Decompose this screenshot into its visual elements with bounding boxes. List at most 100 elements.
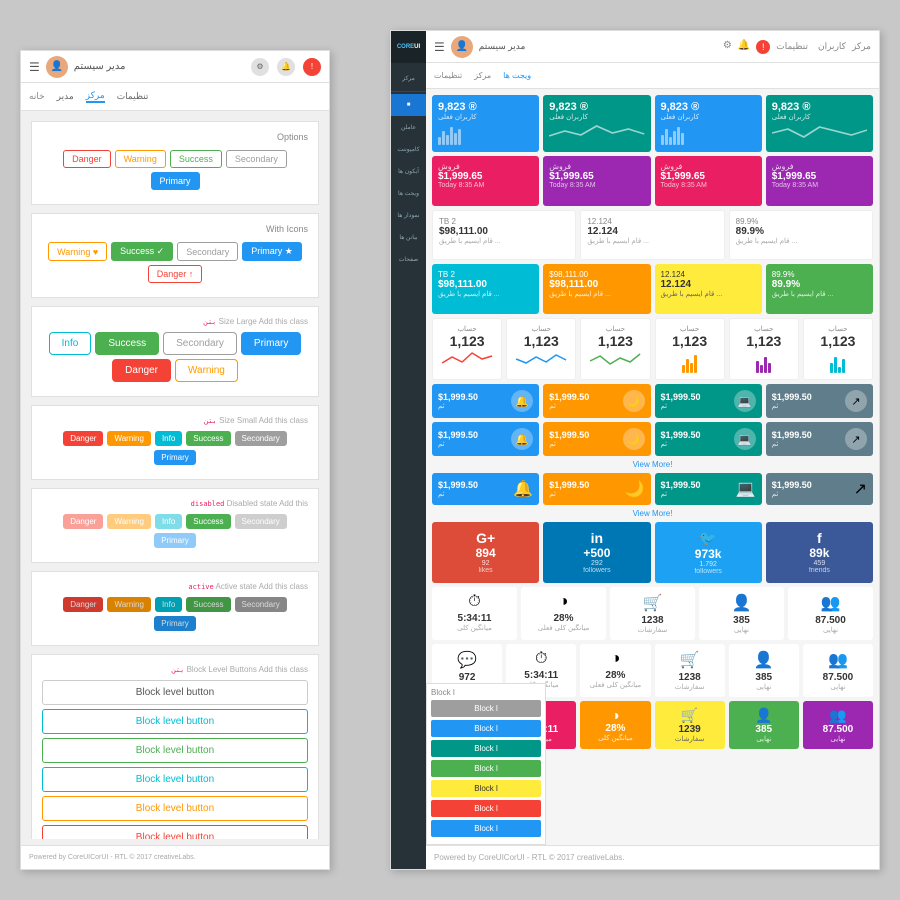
btn-success-disabled[interactable]: Success xyxy=(186,514,230,529)
btn-danger-active[interactable]: Danger xyxy=(63,597,103,612)
nav-home[interactable]: خانه xyxy=(29,91,45,102)
right-nav-settings[interactable]: تنظیمات xyxy=(434,71,462,80)
btn-success-icon[interactable]: Success ✓ xyxy=(111,242,173,261)
hamburger-icon[interactable]: ☰ xyxy=(29,60,40,74)
disabled-row: Danger Warning Info Success Secondary Pr… xyxy=(42,514,308,548)
nav-manager[interactable]: مدیر xyxy=(57,91,74,102)
block-btn-success[interactable]: Block level button xyxy=(42,738,308,763)
view-more-link[interactable]: View More! xyxy=(432,460,873,469)
left-nav: خانه مدیر مرکز تنظیمات xyxy=(21,83,329,111)
btn-info-disabled[interactable]: Info xyxy=(155,514,182,529)
view-more-link-2[interactable]: View More! xyxy=(432,509,873,518)
right-settings-text[interactable]: تنظیمات xyxy=(776,41,808,52)
btn-info-sm[interactable]: Info xyxy=(155,431,182,446)
pie-icon-2: ◑ xyxy=(586,650,644,668)
price-icon-4: $1,999.50 ثم ↗ xyxy=(766,384,873,418)
btn-secondary-lg[interactable]: Secondary xyxy=(163,332,237,355)
btn-warning[interactable]: Warning xyxy=(115,150,166,168)
price-row-1: فروش $1,999.65 Today 8:35 AM فروش $1,999… xyxy=(432,156,873,206)
nav-settings[interactable]: تنظیمات xyxy=(117,91,149,102)
btn-secondary-disabled[interactable]: Secondary xyxy=(235,514,287,529)
price-value-4: $1,999.65 xyxy=(772,171,867,182)
btn-warning-icon[interactable]: Warning ♥ xyxy=(48,242,107,261)
btn-warning-disabled[interactable]: Warning xyxy=(107,514,151,529)
btn-secondary-active[interactable]: Secondary xyxy=(235,597,287,612)
sidebar-item-icons[interactable]: آیکون ها xyxy=(391,160,426,182)
right-nav-center[interactable]: مرکز xyxy=(474,71,491,80)
right-block-btn-5[interactable]: Block l xyxy=(431,780,541,797)
right-alert-icon[interactable]: ! xyxy=(756,40,770,54)
sidebar-item-charts[interactable]: نمودار ها xyxy=(391,204,426,226)
btn-info-active[interactable]: Info xyxy=(155,597,182,612)
right-settings-icon[interactable]: ⚙ xyxy=(723,40,732,54)
counter-6: حساب 1,123 xyxy=(803,318,873,380)
btn-danger[interactable]: Danger xyxy=(63,150,111,168)
right-block-btn-2[interactable]: Block l xyxy=(431,720,541,737)
colored-metric-value-4: 1239 xyxy=(661,724,719,735)
btn-warning-lg[interactable]: Warning xyxy=(175,359,238,382)
right-block-btn-3[interactable]: Block l xyxy=(431,740,541,757)
price-value-3: $1,999.65 xyxy=(661,171,756,182)
price-icon-3: $1,999.50 ثم 💻 xyxy=(655,384,762,418)
hamburger-right[interactable]: ☰ xyxy=(434,40,445,54)
btn-primary[interactable]: Primary xyxy=(151,172,200,190)
btn-danger-disabled[interactable]: Danger xyxy=(63,514,103,529)
colored-metric-value-5: 385 xyxy=(735,724,793,735)
metric-orders-label-2: سفارشات xyxy=(661,683,719,691)
btn-primary-sm[interactable]: Primary xyxy=(154,450,196,465)
sidebar-logo: CORE UI xyxy=(391,31,426,63)
btn-danger-icon[interactable]: Danger ↑ xyxy=(148,265,203,283)
block-btn-info[interactable]: Block level button xyxy=(42,709,308,734)
counter-5: حساب 1,123 xyxy=(729,318,799,380)
sidebar-item-components[interactable]: کامپوننت xyxy=(391,138,426,160)
alert-icon[interactable]: ! xyxy=(303,58,321,76)
sidebar-item-settings[interactable]: صفحات xyxy=(391,248,426,270)
btn-secondary[interactable]: Secondary xyxy=(226,150,287,168)
btn-secondary-sm[interactable]: Secondary xyxy=(235,431,287,446)
right-block-btn-6[interactable]: Block l xyxy=(431,800,541,817)
price-icon-row-1: $1,999.50 ثم 🔔 $1,999.50 ثم 🌙 xyxy=(432,384,873,418)
right-block-btn-7[interactable]: Block l xyxy=(431,820,541,837)
sidebar-item-center[interactable]: مرکز xyxy=(391,67,426,89)
btn-warning-active[interactable]: Warning xyxy=(107,597,151,612)
btn-primary-icon[interactable]: Primary ★ xyxy=(242,242,302,261)
sidebar-item-widgets[interactable]: ویجت ها xyxy=(391,182,426,204)
metric-orders-2: 🛒 1238 سفارشات xyxy=(655,644,725,697)
btn-info-lg[interactable]: Info xyxy=(49,332,92,355)
counter-bars-1 xyxy=(662,353,718,373)
nav-center[interactable]: مرکز xyxy=(86,90,105,103)
sidebar-item-pages[interactable]: بیانن ها xyxy=(391,226,426,248)
btn-warning-sm[interactable]: Warning xyxy=(107,431,151,446)
metric-clients: 👥 87.500 نهایی xyxy=(788,587,873,640)
price-bell-icon-2: 🔔 xyxy=(511,428,533,450)
btn-success-lg[interactable]: Success xyxy=(95,332,159,355)
right-bell-icon[interactable]: 🔔 xyxy=(738,40,750,54)
cart-icon: 🛒 xyxy=(616,593,689,613)
right-nav-widgets[interactable]: ویجت ها xyxy=(503,71,531,80)
right-center-text[interactable]: مرکز xyxy=(852,41,871,52)
block-btn-danger[interactable]: Block level button xyxy=(42,825,308,839)
sidebar-item-dashboard[interactable]: ■ xyxy=(391,94,426,116)
avatar: 👤 xyxy=(46,56,68,78)
block-btn-cyan[interactable]: Block level button xyxy=(42,767,308,792)
btn-success-active[interactable]: Success xyxy=(186,597,230,612)
btn-success-sm[interactable]: Success xyxy=(186,431,230,446)
btn-danger-sm[interactable]: Danger xyxy=(63,431,103,446)
right-block-btn-1[interactable]: Block l xyxy=(431,700,541,717)
btn-success[interactable]: Success xyxy=(170,150,222,168)
btn-primary-lg[interactable]: Primary xyxy=(241,332,301,355)
price-stat-3: فروش $1,999.65 Today 8:35 AM xyxy=(655,156,762,206)
right-users-text[interactable]: کاربران xyxy=(818,41,846,52)
block-btn-warning[interactable]: Block level button xyxy=(42,796,308,821)
settings-icon[interactable]: ⚙ xyxy=(251,58,269,76)
btn-primary-active[interactable]: Primary xyxy=(154,616,196,631)
block-btn-default[interactable]: Block level button xyxy=(42,680,308,705)
right-block-btn-4[interactable]: Block l xyxy=(431,760,541,777)
btn-primary-disabled[interactable]: Primary xyxy=(154,533,196,548)
notifications-icon[interactable]: 🔔 xyxy=(277,58,295,76)
btn-secondary-icon[interactable]: Secondary xyxy=(177,242,238,261)
colored-metric-label-5: نهایی xyxy=(735,735,793,743)
metric-percent-value-2: 28% xyxy=(586,670,644,681)
sidebar-item-users[interactable]: عاملن xyxy=(391,116,426,138)
btn-danger-lg[interactable]: Danger xyxy=(112,359,171,382)
